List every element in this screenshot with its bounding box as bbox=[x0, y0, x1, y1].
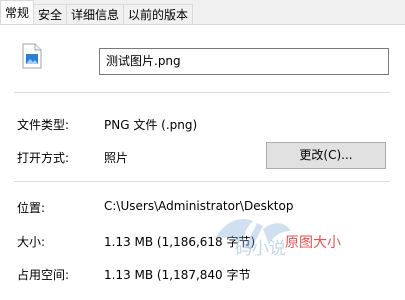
open-with-value: 照片 bbox=[104, 151, 129, 165]
divider bbox=[14, 92, 390, 93]
properties-window: 常规 安全 详细信息 以前的版本 测试图片.png 文件类型: PNG 文件 (… bbox=[0, 0, 405, 300]
annotation-original-size: 原图大小 bbox=[285, 235, 341, 251]
filename-field[interactable]: 测试图片.png bbox=[99, 48, 389, 75]
png-image-file-icon bbox=[22, 43, 42, 69]
size-on-disk-label: 占用空间: bbox=[17, 268, 70, 282]
file-type-value: PNG 文件 (.png) bbox=[104, 118, 198, 132]
tab-general[interactable]: 常规 bbox=[0, 0, 35, 24]
general-panel: 测试图片.png 文件类型: PNG 文件 (.png) 打开方式: 照片 更改… bbox=[0, 24, 405, 300]
size-label: 大小: bbox=[17, 235, 46, 249]
file-type-label: 文件类型: bbox=[17, 118, 70, 132]
open-with-label: 打开方式: bbox=[17, 151, 70, 165]
size-on-disk-value: 1.13 MB (1,187,840 字节 bbox=[104, 268, 251, 282]
tab-security[interactable]: 安全 bbox=[33, 4, 68, 24]
tab-previous-versions[interactable]: 以前的版本 bbox=[123, 4, 194, 24]
location-value: C:\Users\Administrator\Desktop bbox=[104, 199, 294, 213]
change-button[interactable]: 更改(C)... bbox=[266, 142, 386, 169]
size-value: 1.13 MB (1,186,618 字节) bbox=[104, 235, 256, 249]
divider bbox=[14, 181, 390, 182]
tab-bar: 常规 安全 详细信息 以前的版本 bbox=[0, 0, 194, 24]
location-label: 位置: bbox=[17, 201, 46, 215]
tab-details[interactable]: 详细信息 bbox=[66, 4, 125, 24]
